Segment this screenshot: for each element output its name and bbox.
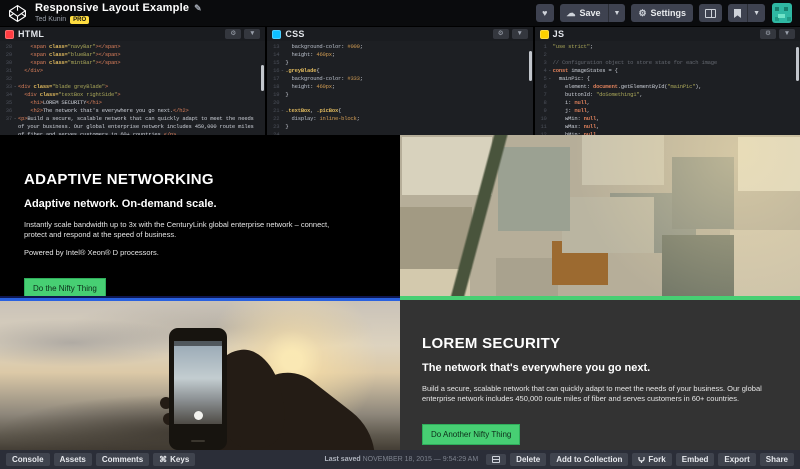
gear-icon: ⚙	[638, 7, 647, 18]
html-editor-panel: HTML ⚙ ▼ 28 <span class="navyBar"></span…	[0, 27, 266, 135]
bookmark-split-button: ▼	[728, 4, 765, 22]
chevron-down-icon: ▼	[753, 9, 760, 17]
last-saved-label: Last saved	[324, 456, 363, 463]
save-label: Save	[579, 8, 601, 18]
console-button[interactable]: Console	[6, 453, 50, 466]
js-panel-collapse-button[interactable]: ▼	[778, 29, 795, 39]
phone-silhouette	[169, 328, 227, 450]
js-editor-panel: JS ⚙ ▼ 1 "use strict"; 2 3// Configuration …	[534, 27, 800, 135]
change-view-button[interactable]	[699, 4, 723, 22]
settings-label: Settings	[650, 8, 687, 18]
comments-button[interactable]: Comments	[95, 453, 150, 466]
user-avatar[interactable]	[772, 3, 792, 23]
preview-iframe: ADAPTIVE NETWORKING Adaptive network. On…	[0, 135, 800, 450]
editor-panels-row: HTML ⚙ ▼ 28 <span class="navyBar"></span…	[0, 26, 800, 135]
share-button[interactable]: Share	[759, 453, 794, 466]
top-header-bar: Responsive Layout Example ✎ Ted Kunin PRO…	[0, 0, 800, 26]
fork-label: Fork	[648, 455, 666, 464]
black-blade-section: ADAPTIVE NETWORKING Adaptive network. On…	[0, 135, 800, 299]
command-key-icon: ⌘	[159, 455, 168, 464]
last-saved-status: Last saved NOVEMBER 18, 2015 — 9:54:29 A…	[324, 456, 478, 463]
fork-button[interactable]: Fork	[632, 453, 672, 466]
css-panel-header: CSS ⚙ ▼	[267, 27, 533, 41]
adaptive-powered-by: Powered by Intel® Xeon® D processors.	[24, 248, 159, 257]
bookmark-dropdown-chevron[interactable]: ▼	[747, 4, 765, 22]
adaptive-networking-textbox: ADAPTIVE NETWORKING Adaptive network. On…	[0, 135, 400, 299]
chevron-down-icon: ▼	[613, 9, 621, 17]
css-lang-icon	[272, 29, 282, 39]
js-code-area[interactable]: 1 "use strict"; 2 3// Configuration object …	[535, 41, 800, 135]
pro-badge: PRO	[70, 15, 90, 24]
aerial-city-photo	[400, 135, 800, 296]
camera-shutter-circle	[193, 411, 203, 420]
html-panel-title: HTML	[18, 29, 45, 39]
js-scrollbar-thumb[interactable]	[795, 47, 799, 81]
save-dropdown-chevron[interactable]: ▼	[607, 4, 626, 22]
edit-title-pencil-icon[interactable]: ✎	[194, 3, 202, 13]
js-panel-title: JS	[552, 29, 565, 39]
assets-button[interactable]: Assets	[53, 453, 92, 466]
adaptive-subheading: Adaptive network. On-demand scale.	[24, 198, 217, 210]
embed-button[interactable]: Embed	[675, 453, 715, 466]
html-panel-header: HTML ⚙ ▼	[0, 27, 266, 41]
pen-title-text: Responsive Layout Example	[35, 1, 190, 14]
pen-title-block: Responsive Layout Example ✎ Ted Kunin PRO	[35, 1, 202, 24]
html-panel-collapse-button[interactable]: ▼	[244, 29, 261, 39]
html-code-area[interactable]: 28 <span class="navyBar"></span> 29 <span…	[0, 41, 265, 135]
bookmark-button[interactable]	[728, 4, 748, 22]
css-panel-collapse-button[interactable]: ▼	[511, 29, 528, 39]
phone-screen	[174, 341, 222, 424]
css-panel-title: CSS	[285, 29, 305, 39]
heart-icon: ♥	[542, 8, 548, 18]
do-another-nifty-thing-button[interactable]: Do Another Nifty Thing	[422, 424, 521, 445]
layout-icon	[705, 8, 717, 18]
author-name[interactable]: Ted Kunin	[35, 16, 66, 23]
phone-home-button	[191, 440, 205, 442]
grey-blade-section: LOREM SECURITY The network that's everyw…	[0, 301, 800, 450]
css-code-area[interactable]: 13 background-color: #000; 14 height: 460…	[267, 41, 532, 135]
save-button[interactable]: ☁ Save	[559, 4, 608, 22]
last-saved-timestamp: NOVEMBER 18, 2015 — 9:54:29 AM	[362, 456, 479, 463]
css-editor-panel: CSS ⚙ ▼ 13 background-color: #000; 14 hei…	[267, 27, 533, 135]
page-title: Responsive Layout Example ✎	[35, 1, 202, 14]
fork-icon	[638, 456, 646, 463]
save-split-button: ☁ Save ▼	[559, 4, 626, 22]
add-to-collection-button[interactable]: Add to Collection	[550, 453, 629, 466]
js-panel-gear-button[interactable]: ⚙	[759, 29, 776, 39]
css-scrollbar-thumb[interactable]	[528, 51, 532, 81]
codepen-logo-icon[interactable]	[8, 4, 27, 23]
keys-button[interactable]: ⌘ Keys	[153, 453, 196, 466]
export-button[interactable]: Export	[718, 453, 756, 466]
bookmark-icon	[734, 8, 742, 18]
css-panel-gear-button[interactable]: ⚙	[492, 29, 509, 39]
keys-label: Keys	[170, 455, 190, 464]
html-lang-icon	[5, 29, 14, 39]
js-panel-header: JS ⚙ ▼	[534, 27, 800, 41]
settings-button[interactable]: ⚙ Settings	[631, 4, 694, 22]
lorem-subheading: The network that's everywhere you go nex…	[422, 362, 651, 374]
like-button[interactable]: ♥	[536, 4, 554, 22]
lorem-heading: LOREM SECURITY	[422, 335, 561, 352]
codepen-editor-page: Responsive Layout Example ✎ Ted Kunin PRO…	[0, 0, 800, 469]
adaptive-paragraph: Instantly scale bandwidth up to 3x with …	[24, 220, 330, 239]
footer-bar: Console Assets Comments ⌘ Keys Last saved…	[0, 450, 800, 469]
html-panel-gear-button[interactable]: ⚙	[225, 29, 242, 39]
hand-phone-sunset-photo	[0, 301, 400, 450]
grid-icon	[492, 456, 501, 463]
lorem-paragraph: Build a secure, scalable network that ca…	[422, 384, 762, 403]
delete-button[interactable]: Delete	[510, 453, 547, 466]
html-scrollbar-thumb[interactable]	[261, 65, 265, 91]
editor-layout-icon-button[interactable]	[486, 454, 507, 465]
js-lang-icon	[539, 29, 549, 39]
lorem-security-textbox: LOREM SECURITY The network that's everyw…	[400, 301, 800, 450]
adaptive-heading: ADAPTIVE NETWORKING	[24, 171, 214, 188]
cloud-icon: ☁	[566, 7, 576, 18]
